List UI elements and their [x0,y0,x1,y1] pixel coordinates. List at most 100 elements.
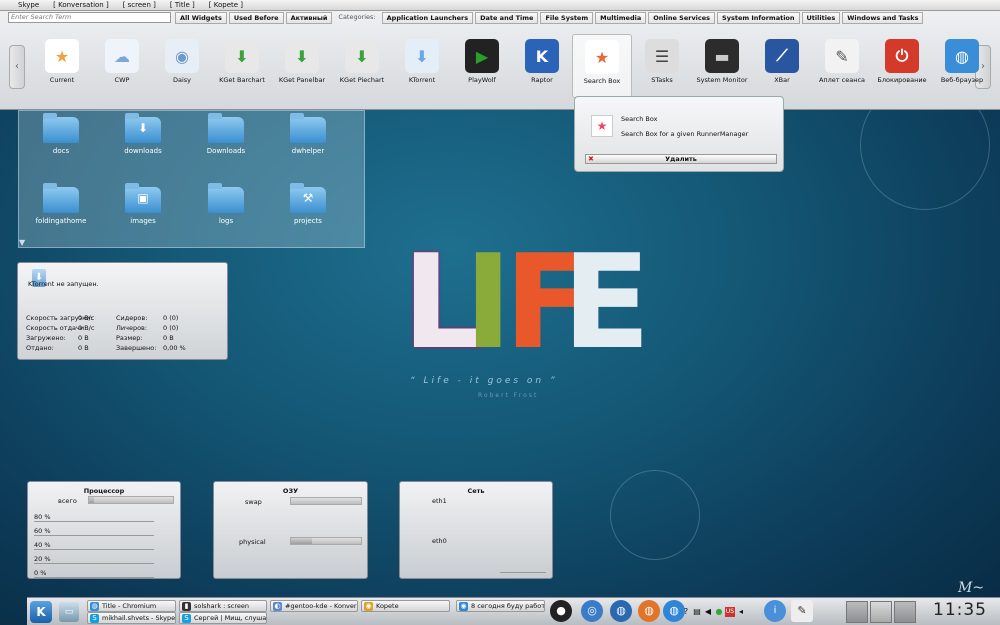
klipper-icon[interactable]: ▤ [692,607,702,617]
notes-icon[interactable]: ✎ [791,600,813,622]
widget-item[interactable]: ▬ System Monitor [692,34,752,98]
task-label: solshark : screen [194,602,250,610]
stasks-icon: ☰ [645,39,679,73]
filter-0[interactable]: All Widgets [175,12,227,24]
tux-penguin-icon[interactable]: ● [550,600,572,622]
ktorrent-stat-value: 0 (0) [163,324,179,332]
task-app-icon: S [90,614,99,623]
widget-item[interactable]: K Raptor [512,34,572,98]
widget-item[interactable]: ⟋ XBar [752,34,812,98]
kde-menu-button[interactable]: K [30,601,52,623]
widget-item[interactable]: ◉ Daisy [152,34,212,98]
folder-item[interactable]: Downloads [196,113,256,155]
widget-item[interactable]: ▶ PlayWolf [452,34,512,98]
help-icon[interactable]: ? [681,607,691,617]
desktop-pager [846,601,916,623]
filter-6[interactable]: File System [540,12,594,24]
show-desktop-icon[interactable]: ▭ [59,602,79,622]
scroll-left-arrow-icon[interactable]: ‹ [9,45,25,89]
ram-monitor-widget: ОЗУ swap physical [213,481,368,579]
category-filter-bar: All Widgets Used Before Активный Categories… [175,12,924,24]
taskbar-task[interactable]: ◉8 сегодня буду работать [456,600,545,612]
filter-2[interactable]: Активный [285,12,333,24]
ktorrent-stat-label: Отдано: [26,344,54,352]
pager-desktop-3[interactable] [894,601,916,623]
widget-item[interactable]: ⬇ KGet Barchart [212,34,272,98]
widget-label: KTorrent [408,76,436,84]
widget-label: Блокирование [877,76,927,84]
pager-desktop-2[interactable] [870,601,892,623]
folder-label: logs [218,217,234,225]
top-task-konversation[interactable]: [ Konversation ] [53,1,109,9]
bottom-panel: K ▭ ◍ Title - Chromium ▮ solshark : screen ◐… [27,597,1000,625]
keyboard-layout-icon[interactable]: US [725,607,735,617]
folder-item[interactable]: ⬇ downloads [113,113,173,155]
widget-label: Current [49,76,75,84]
widget-item[interactable]: ⬇ KGet Panelbar [272,34,332,98]
info-icon[interactable]: i [764,600,786,622]
widget-item[interactable]: ☰ STasks [632,34,692,98]
filter-5[interactable]: Date and Time [475,12,539,24]
widget-item[interactable]: ◍ Веб-браузер [932,34,992,98]
ktorrent-stat-value: 0 B [78,334,89,342]
folder-label: projects [294,217,322,225]
widget-item[interactable]: ⬇ KTorrent [392,34,452,98]
digital-clock[interactable]: 11:35 [933,600,987,620]
ktorrent-stat-value: 0 B/c [78,324,95,332]
top-task-title[interactable]: [ Title ] [170,1,195,9]
folder-item[interactable]: ▣ images [113,183,173,225]
taskbar-task[interactable]: SСергей | Мищ, слушай... [179,612,267,624]
tooltip-title: Search Box [621,115,658,123]
widget-label: KGet Panelbar [278,76,326,84]
top-task-kopete[interactable]: [ Kopete ] [209,1,243,9]
ktorrent-stat-label: Личеров: [116,324,148,332]
expand-tray-icon[interactable]: ◂ [736,607,746,617]
folder-item[interactable]: ⚒ projects [278,183,338,225]
taskbar-task[interactable]: ◍ Title - Chromium [87,600,176,612]
session-applet-icon: ✎ [825,39,859,73]
folder-item[interactable]: foldingathome [31,183,91,225]
filter-10[interactable]: Utilities [801,12,841,24]
widget-label: Raptor [531,76,553,84]
folder-item[interactable]: logs [196,183,256,225]
folder-item[interactable]: dwhelper [278,113,338,155]
skype-status-icon[interactable]: ● [714,607,724,617]
pager-desktop-1[interactable] [846,601,868,623]
top-task-skype[interactable]: Skype [18,1,39,9]
power-lock-icon: ⏻ [885,39,919,73]
folder-label: dwhelper [291,147,325,155]
kde-logo-icon: K [525,39,559,73]
widget-item[interactable]: ★ Search Box [572,34,632,98]
kopete-tray-icon[interactable]: ◍ [610,600,632,622]
widget-item[interactable]: ⬇ KGet Piechart [332,34,392,98]
search-input[interactable]: Enter Search Term [8,12,171,23]
filter-3: Categories: [338,13,376,21]
cpu-grid-line [34,563,154,564]
folder-view-collapse-icon[interactable]: ▼ [19,238,25,247]
filter-1[interactable]: Used Before [228,12,284,24]
widget-item[interactable]: ☁ CWP [92,34,152,98]
ram-monitor-title: ОЗУ [282,487,299,495]
taskbar-task[interactable]: ◐#gentoo-kde - Konversation [270,600,358,612]
cpu-grid-label: 40 % [34,541,51,549]
taskbar-task[interactable]: Smikhail.shvets - Skype [87,612,176,624]
taskbar-task[interactable]: ◉ Kopete [361,600,450,612]
download-arrow-icon: ⬇ [285,39,319,73]
top-task-screen[interactable]: [ screen ] [123,1,156,9]
network-manager-icon[interactable]: ◎ [581,600,603,622]
volume-icon[interactable]: ◀ [703,607,713,617]
widget-item[interactable]: ✎ Аплет сеанса [812,34,872,98]
remove-widget-button[interactable]: ✖ Удалить [585,154,777,164]
taskbar-task[interactable]: ▮ solshark : screen [179,600,267,612]
folder-item[interactable]: docs [31,113,91,155]
filter-7[interactable]: Multimedia [595,12,647,24]
filter-4[interactable]: Application Launchers [381,12,474,24]
remove-button-label: Удалить [665,155,697,163]
filter-9[interactable]: System Information [717,12,800,24]
filter-8[interactable]: Online Services [648,12,716,24]
filter-11[interactable]: Windows and Tasks [842,12,924,24]
widget-item[interactable]: ★ Current [32,34,92,98]
cpu-grid-line [34,535,154,536]
widget-item[interactable]: ⏻ Блокирование [872,34,932,98]
firefox-icon[interactable]: ◍ [638,600,660,622]
